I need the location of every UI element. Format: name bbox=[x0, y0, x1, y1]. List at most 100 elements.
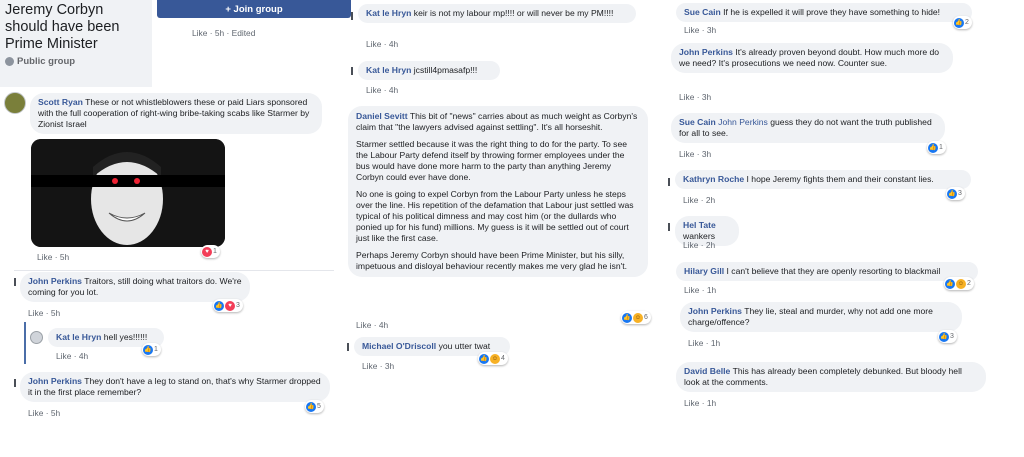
expand-chevron[interactable] bbox=[668, 178, 672, 186]
comment-mention[interactable]: John Perkins bbox=[718, 117, 768, 127]
post-like-link[interactable]: Like bbox=[192, 28, 207, 38]
comment-bubble: Kat le Hryn keir is not my labour mp!!!!… bbox=[358, 4, 636, 23]
comment-meta: Like · 5h bbox=[28, 308, 60, 318]
avatar[interactable] bbox=[4, 92, 26, 114]
comment-text: I hope Jeremy fights them and their cons… bbox=[746, 174, 934, 184]
like-icon: 👍 bbox=[214, 300, 224, 311]
expand-chevron[interactable] bbox=[351, 12, 355, 20]
face-image bbox=[31, 139, 225, 247]
like-link[interactable]: Like bbox=[366, 85, 381, 95]
like-link[interactable]: Like bbox=[37, 252, 52, 262]
post-time[interactable]: 5h bbox=[215, 28, 224, 38]
comment-meta: Like · 2h bbox=[683, 195, 715, 205]
comment-time[interactable]: 5h bbox=[60, 252, 69, 262]
meta-separator: · bbox=[705, 338, 709, 348]
comment-author[interactable]: Sue Cain bbox=[684, 7, 721, 17]
comment-author[interactable]: Kat le Hryn bbox=[366, 8, 411, 18]
comment-author[interactable]: Kat le Hryn bbox=[56, 332, 101, 342]
expand-chevron[interactable] bbox=[14, 278, 18, 286]
like-link[interactable]: Like bbox=[56, 351, 71, 361]
group-title[interactable]: Jeremy Corbyn should have been Prime Min… bbox=[5, 2, 147, 53]
haha-icon: ☺ bbox=[956, 278, 966, 289]
like-link[interactable]: Like bbox=[684, 398, 699, 408]
comment-meta: Like · 2h bbox=[683, 240, 715, 250]
comment-time[interactable]: 4h bbox=[79, 351, 88, 361]
meta-separator: · bbox=[383, 85, 387, 95]
reaction-number: 2 bbox=[967, 280, 971, 287]
reaction-count[interactable]: 👍 3 bbox=[946, 187, 965, 200]
thread-line bbox=[14, 270, 334, 271]
comment-bubble: David Belle This has already been comple… bbox=[676, 362, 986, 392]
join-group-button[interactable]: + Join group bbox=[157, 0, 351, 18]
reaction-count[interactable]: 👍 ♥ 3 bbox=[213, 299, 243, 312]
reaction-count[interactable]: 👍 1 bbox=[927, 141, 946, 154]
comment-text: If he is expelled it will prove they hav… bbox=[723, 7, 941, 17]
expand-chevron[interactable] bbox=[347, 343, 351, 351]
like-link[interactable]: Like bbox=[28, 408, 43, 418]
like-link[interactable]: Like bbox=[688, 338, 703, 348]
avatar[interactable] bbox=[30, 331, 43, 344]
like-link[interactable]: Like bbox=[683, 240, 698, 250]
comment-time[interactable]: 3h bbox=[385, 361, 394, 371]
comment-author[interactable]: Daniel Sevitt bbox=[356, 111, 408, 121]
like-link[interactable]: Like bbox=[684, 25, 699, 35]
meta-separator: · bbox=[696, 92, 700, 102]
love-icon: ♥ bbox=[202, 246, 212, 257]
comment-image[interactable] bbox=[31, 139, 225, 247]
comment-author[interactable]: John Perkins bbox=[28, 276, 82, 286]
like-link[interactable]: Like bbox=[683, 195, 698, 205]
reaction-count[interactable]: 👍 1 bbox=[142, 343, 161, 356]
comment-author[interactable]: Sue Cain bbox=[679, 117, 716, 127]
expand-chevron[interactable] bbox=[668, 223, 672, 231]
reaction-count[interactable]: ♥ 1 bbox=[201, 245, 220, 258]
reaction-count[interactable]: 👍 ☺ 6 bbox=[621, 311, 651, 324]
comment-author[interactable]: Michael O'Driscoll bbox=[362, 341, 436, 351]
comment-time[interactable]: 1h bbox=[707, 285, 716, 295]
like-link[interactable]: Like bbox=[362, 361, 377, 371]
comment-text: guess they do not want the truth publish… bbox=[679, 117, 932, 138]
reaction-number: 2 bbox=[965, 19, 969, 26]
meta-separator: · bbox=[373, 320, 377, 330]
comment-time[interactable]: 3h bbox=[707, 25, 716, 35]
comment-time[interactable]: 4h bbox=[379, 320, 388, 330]
comment-author[interactable]: Scott Ryan bbox=[38, 97, 83, 107]
reaction-count[interactable]: 👍 ☺ 2 bbox=[944, 277, 974, 290]
comment-time[interactable]: 1h bbox=[711, 338, 720, 348]
like-link[interactable]: Like bbox=[356, 320, 371, 330]
comment-time[interactable]: 3h bbox=[702, 92, 711, 102]
meta-separator: · bbox=[226, 28, 230, 38]
like-link[interactable]: Like bbox=[679, 149, 694, 159]
comment-time[interactable]: 4h bbox=[389, 39, 398, 49]
thread-line bbox=[24, 322, 26, 364]
comment-time[interactable]: 1h bbox=[707, 398, 716, 408]
reaction-count[interactable]: 👍 3 bbox=[938, 330, 957, 343]
comment-author[interactable]: John Perkins bbox=[679, 47, 733, 57]
like-link[interactable]: Like bbox=[679, 92, 694, 102]
reaction-count[interactable]: 👍 ☺ 4 bbox=[478, 352, 508, 365]
comment-author[interactable]: David Belle bbox=[684, 366, 730, 376]
comment-author[interactable]: Hel Tate bbox=[683, 220, 716, 230]
comment-time[interactable]: 3h bbox=[702, 149, 711, 159]
expand-chevron[interactable] bbox=[14, 379, 18, 387]
comment-author[interactable]: John Perkins bbox=[28, 376, 82, 386]
comment-author[interactable]: Kat le Hryn bbox=[366, 65, 411, 75]
comment-paragraph: Daniel Sevitt This bit of "news" carries… bbox=[356, 111, 640, 133]
like-link[interactable]: Like bbox=[28, 308, 43, 318]
comment-author[interactable]: John Perkins bbox=[688, 306, 742, 316]
reaction-count[interactable]: 👍 5 bbox=[305, 400, 324, 413]
comment-author[interactable]: Hilary Gill bbox=[684, 266, 724, 276]
comment-bubble: John Perkins It's already proven beyond … bbox=[671, 43, 953, 73]
like-link[interactable]: Like bbox=[684, 285, 699, 295]
comment-time[interactable]: 4h bbox=[389, 85, 398, 95]
reaction-count[interactable]: 👍 2 bbox=[953, 16, 972, 29]
comment-author[interactable]: Kathryn Roche bbox=[683, 174, 744, 184]
like-link[interactable]: Like bbox=[366, 39, 381, 49]
comment-time[interactable]: 2h bbox=[706, 240, 715, 250]
comment-time[interactable]: 2h bbox=[706, 195, 715, 205]
comment-time[interactable]: 5h bbox=[51, 308, 60, 318]
meta-separator: · bbox=[209, 28, 213, 38]
comment-time[interactable]: 5h bbox=[51, 408, 60, 418]
expand-chevron[interactable] bbox=[351, 67, 355, 75]
meta-separator: · bbox=[700, 195, 704, 205]
meta-separator: · bbox=[45, 408, 49, 418]
